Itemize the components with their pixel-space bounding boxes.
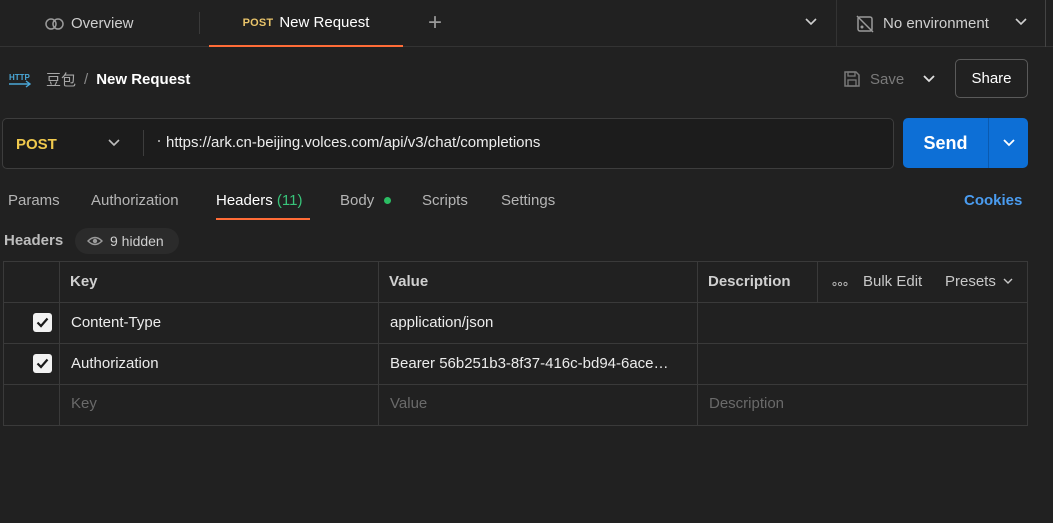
table-col-divider (697, 261, 698, 426)
env-separator (836, 0, 837, 47)
tab-headers[interactable]: Headers (11) (216, 192, 302, 209)
table-divider (3, 302, 1028, 303)
environment-label: No environment (883, 15, 989, 32)
scroll-edge (1045, 0, 1046, 47)
table-tools-divider (817, 261, 818, 302)
tab-overview[interactable]: Overview (45, 0, 134, 47)
chevron-down-icon[interactable] (920, 69, 938, 87)
overview-icon (45, 17, 64, 30)
body-status-dot (384, 197, 391, 204)
new-description-input[interactable]: Description (709, 395, 784, 412)
active-tab-indicator (216, 218, 310, 220)
tab-settings[interactable]: Settings (501, 192, 555, 209)
hidden-headers-toggle[interactable]: 9 hidden (75, 228, 179, 254)
table-col-divider (378, 261, 379, 426)
new-value-input[interactable]: Value (390, 395, 427, 412)
tab-headers-count: (11) (276, 192, 303, 209)
breadcrumb: HTTP 豆包 / New Request (8, 66, 190, 92)
table-divider (3, 384, 1028, 385)
svg-text:HTTP: HTTP (9, 73, 31, 82)
column-header-key: Key (70, 273, 98, 290)
tab-authorization[interactable]: Authorization (91, 192, 179, 209)
column-header-description: Description (708, 273, 791, 290)
chevron-down-icon[interactable] (1013, 13, 1029, 31)
tab-overview-label: Overview (71, 15, 134, 32)
tab-method-badge: POST (242, 16, 274, 29)
no-environment-icon (856, 14, 874, 33)
tab-new-request-label: New Request (279, 14, 370, 31)
bulk-edit-button[interactable]: Bulk Edit (863, 273, 922, 290)
new-key-input[interactable]: Key (71, 395, 97, 412)
header-key-cell[interactable]: Content-Type (71, 314, 161, 331)
header-key-cell[interactable]: Authorization (71, 355, 159, 372)
tab-bar: Overview POST New Request + No environme… (0, 0, 1053, 47)
table-col-divider (59, 261, 60, 426)
chevron-down-icon[interactable] (803, 13, 819, 31)
share-button[interactable]: Share (955, 59, 1028, 98)
cookies-link[interactable]: Cookies (964, 192, 1022, 209)
presets-button[interactable]: Presets (945, 273, 1014, 290)
plus-icon[interactable]: + (428, 11, 442, 35)
eye-icon (87, 236, 103, 246)
url-divider (143, 130, 144, 156)
save-icon (844, 71, 860, 87)
send-options-button[interactable] (988, 118, 1028, 168)
tab-headers-label: Headers (216, 192, 273, 209)
save-button[interactable]: Save (843, 66, 904, 92)
tab-new-request[interactable]: POST New Request (209, 0, 403, 47)
tab-scripts[interactable]: Scripts (422, 192, 468, 209)
column-header-value: Value (389, 273, 429, 290)
breadcrumb-separator: / (84, 70, 89, 88)
method-select[interactable]: POST (16, 136, 57, 153)
chevron-down-icon[interactable] (106, 135, 122, 151)
chevron-down-icon (1002, 139, 1015, 147)
table-divider (3, 343, 1028, 344)
more-icon[interactable] (832, 281, 848, 287)
presets-label: Presets (945, 273, 996, 290)
checkbox-icon[interactable] (33, 354, 52, 373)
tab-params[interactable]: Params (8, 192, 60, 209)
header-value-cell[interactable]: application/json (390, 314, 493, 331)
environment-selector[interactable]: No environment (855, 0, 989, 47)
headers-section-title: Headers (4, 232, 64, 249)
header-value-cell[interactable]: Bearer 56b251b3-8f37-416c-bd94-6ace… (390, 355, 695, 372)
send-button[interactable]: Send (903, 118, 988, 168)
hidden-headers-label: 9 hidden (110, 233, 164, 249)
save-label: Save (870, 70, 905, 88)
checkbox-icon[interactable] (33, 313, 52, 332)
http-icon: HTTP (9, 73, 32, 88)
breadcrumb-parent[interactable]: 豆包 (46, 69, 76, 90)
tab-body[interactable]: Body (340, 192, 374, 209)
url-cursor (158, 140, 160, 142)
tab-separator (199, 12, 200, 34)
chevron-down-icon (1003, 278, 1013, 284)
page-title[interactable]: New Request (96, 71, 190, 88)
url-input[interactable]: https://ark.cn-beijing.volces.com/api/v3… (166, 134, 540, 151)
